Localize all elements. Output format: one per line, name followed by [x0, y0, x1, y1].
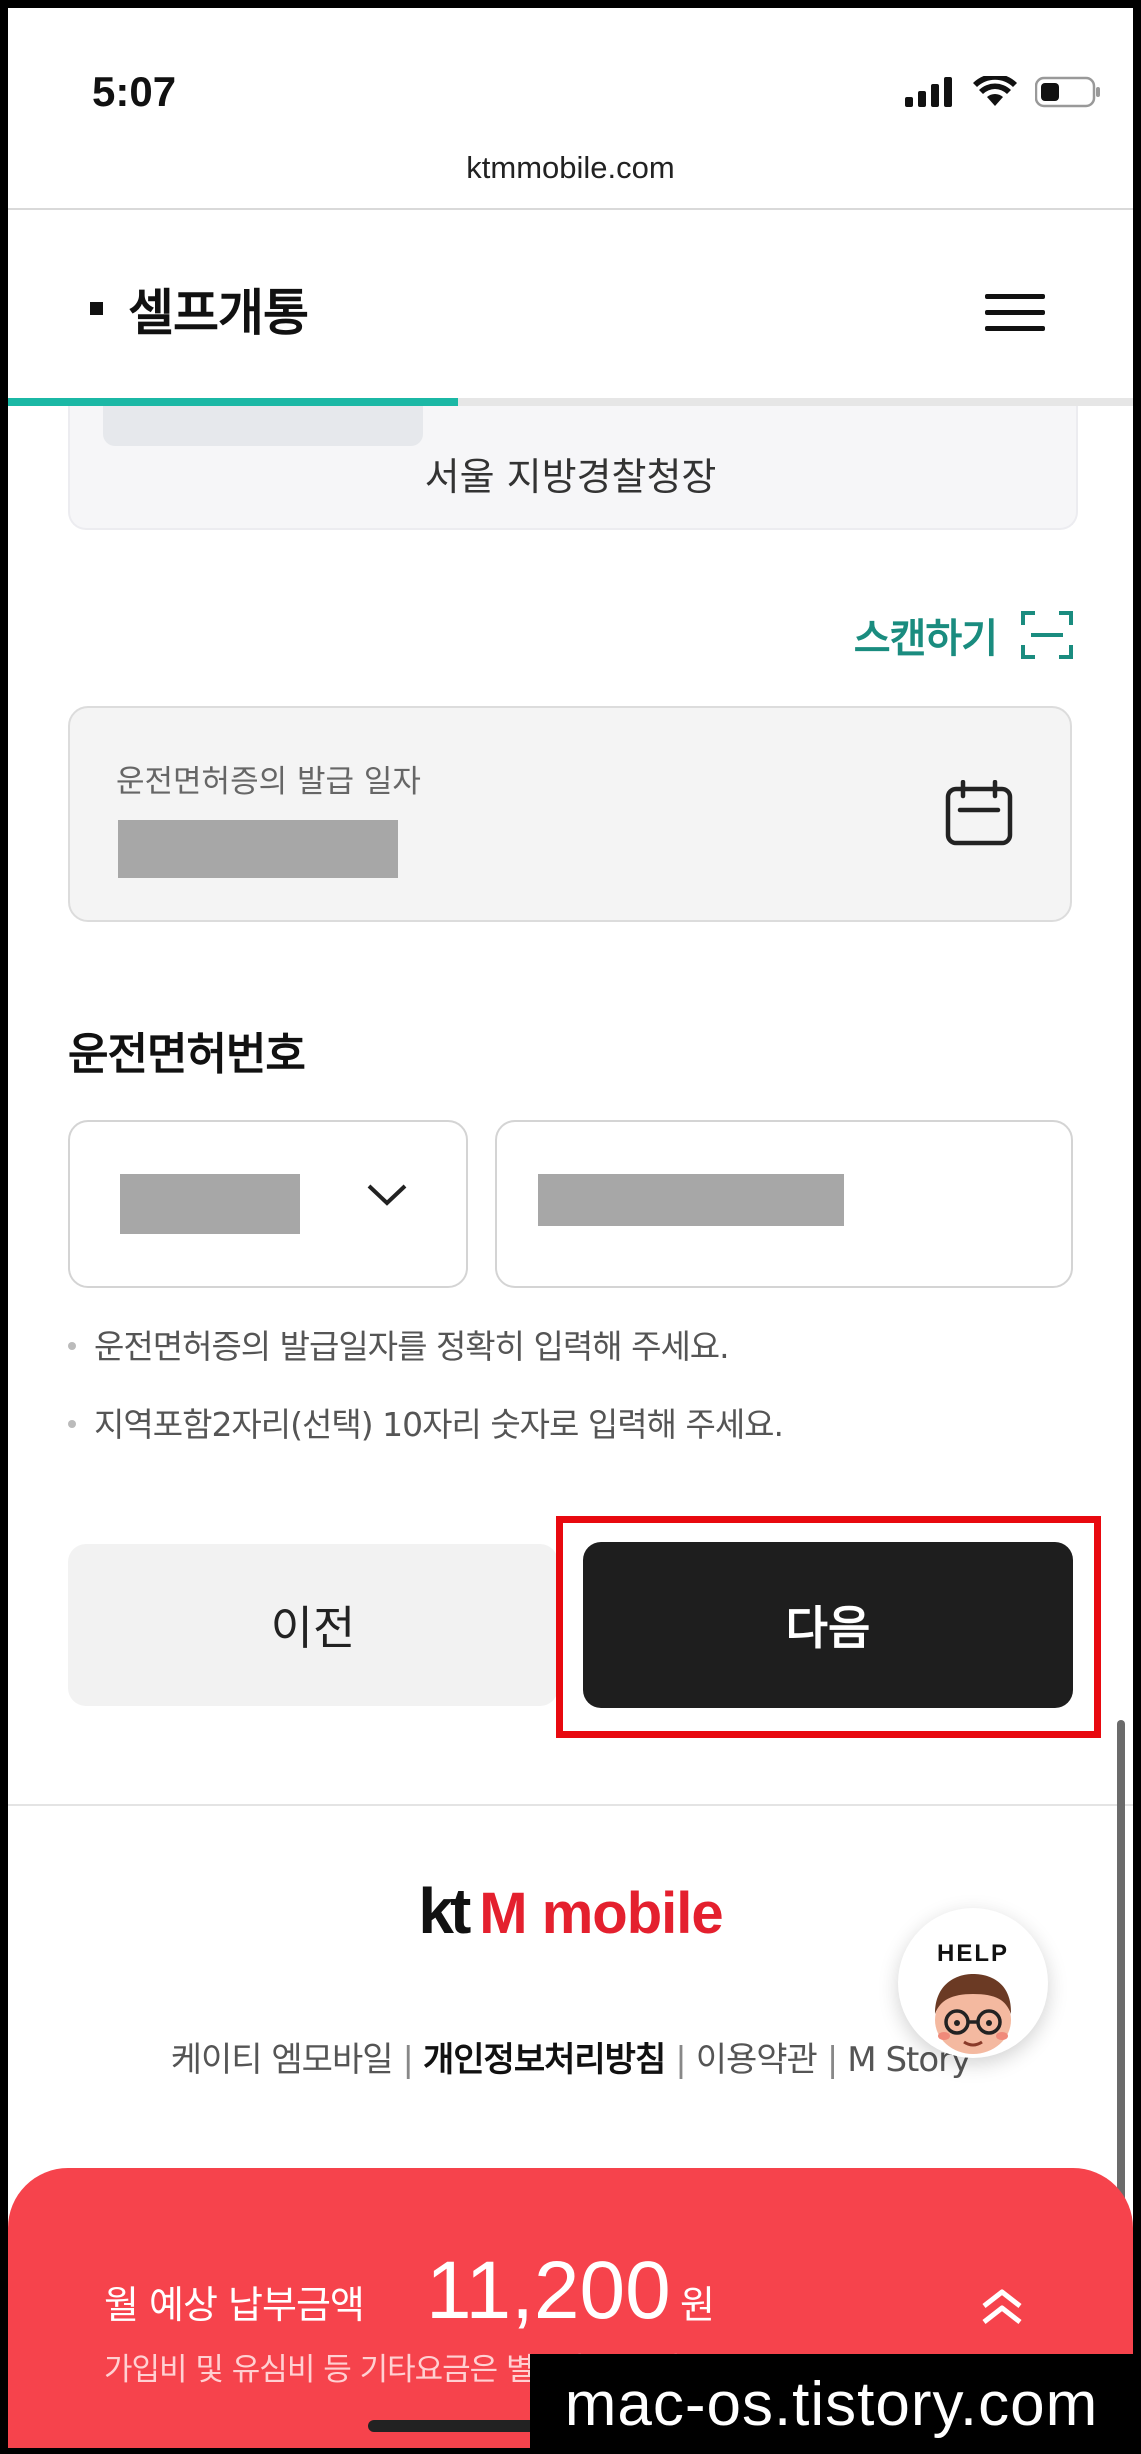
scan-label: 스캔하기 [853, 616, 998, 662]
footer-link-company[interactable]: 케이티 엠모바일 [171, 2040, 394, 2080]
issue-date-field[interactable] [68, 706, 1072, 922]
watermark: mac-os.tistory.com [530, 2354, 1133, 2454]
browser-url[interactable]: ktmmobile.com [8, 150, 1133, 186]
monthly-estimate-amount: 11,200 [426, 2245, 671, 2336]
hint-license-format: 지역포함2자리(선택) 10자리 숫자로 입력해 주세요. [94, 1405, 784, 1444]
logo-kt: kt [418, 1875, 471, 1947]
license-number-title: 운전면허번호 [68, 1029, 306, 1080]
chevron-down-icon [367, 1184, 407, 1206]
footer-link-privacy[interactable]: 개인정보처리방침 [423, 2040, 666, 2080]
license-number-redacted [538, 1174, 844, 1226]
battery-icon [1035, 76, 1100, 108]
monthly-estimate-unit: 원 [680, 2283, 715, 2327]
monthly-estimate-label: 월 예상 납부금액 [104, 2283, 365, 2327]
status-time: 5:07 [92, 68, 177, 115]
progress-fill [8, 398, 458, 406]
scan-button[interactable]: 스캔하기 [854, 606, 1073, 664]
help-character-icon [935, 1974, 1012, 2054]
logo-m-mobile: M mobile [479, 1881, 723, 1946]
highlight-box [556, 1516, 1101, 1738]
license-region-redacted [120, 1174, 300, 1234]
calendar-icon[interactable] [945, 780, 1013, 846]
status-icons [905, 76, 1101, 108]
wifi-icon [973, 76, 1017, 106]
hamburger-icon[interactable] [985, 294, 1045, 332]
signal-icon [905, 77, 952, 107]
footer-link-terms[interactable]: 이용약관 [696, 2040, 818, 2080]
issue-date-label: 운전면허증의 발급 일자 [116, 764, 421, 800]
prev-button[interactable]: 이전 [68, 1544, 558, 1706]
scan-frame-icon [1021, 611, 1073, 659]
id-card-photo [103, 406, 423, 446]
id-card-issuer: 서울 지방경찰청장 [424, 455, 717, 499]
issue-date-value-redacted [118, 820, 398, 878]
hint-issue-date: 운전면허증의 발급일자를 정확히 입력해 주세요. [94, 1327, 730, 1366]
title-bullet [90, 302, 103, 315]
phone-screen: 5:07 ktmmobile.com 셀프개통 서울 지방경찰청장 스캔하기 운… [8, 8, 1133, 2448]
page-title: 셀프개통 [128, 284, 309, 342]
hint-bullet [68, 1342, 76, 1350]
double-chevron-up-icon[interactable] [980, 2288, 1024, 2328]
url-divider [8, 208, 1133, 210]
help-label: HELP [936, 1940, 1009, 1967]
footer-divider [8, 1804, 1133, 1806]
hint-bullet [68, 1420, 76, 1428]
